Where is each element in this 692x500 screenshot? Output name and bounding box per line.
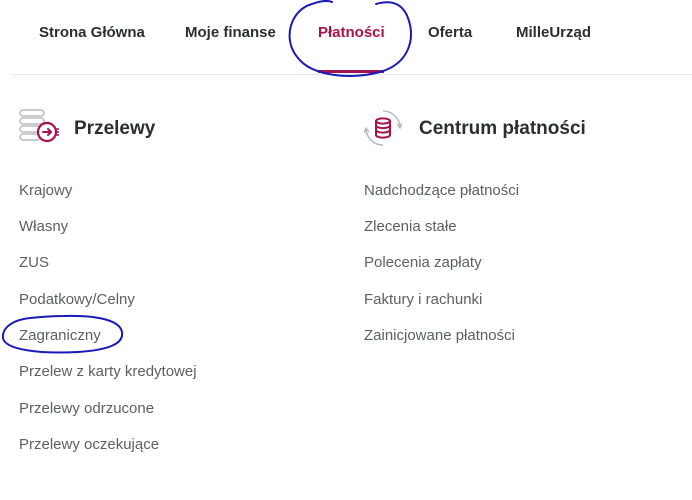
payment-center-icon	[364, 110, 402, 146]
link-zus[interactable]: ZUS	[19, 254, 49, 271]
active-tab-indicator	[318, 70, 384, 73]
link-polecenia-zaplaty[interactable]: Polecenia zapłaty	[364, 254, 482, 271]
link-faktury-i-rachunki[interactable]: Faktury i rachunki	[364, 291, 482, 308]
nav-item-oferta[interactable]: Oferta	[428, 24, 472, 41]
nav-item-strona-glowna[interactable]: Strona Główna	[39, 24, 145, 41]
transfer-icon	[19, 109, 59, 143]
link-podatkowy-celny[interactable]: Podatkowy/Celny	[19, 291, 135, 308]
link-zainicjowane-platnosci[interactable]: Zainicjowane płatności	[364, 327, 515, 344]
link-przelewy-odrzucone[interactable]: Przelewy odrzucone	[19, 400, 154, 417]
link-nadchodzace-platnosci[interactable]: Nadchodzące płatności	[364, 182, 519, 199]
nav-item-moje-finanse[interactable]: Moje finanse	[185, 24, 276, 41]
link-przelew-z-karty-kredytowej[interactable]: Przelew z karty kredytowej	[19, 363, 197, 380]
link-wlasny[interactable]: Własny	[19, 218, 68, 235]
link-zlecenia-stale[interactable]: Zlecenia stałe	[364, 218, 457, 235]
link-krajowy[interactable]: Krajowy	[19, 182, 72, 199]
przelewy-heading: Przelewy	[74, 118, 156, 139]
link-przelewy-oczekujace[interactable]: Przelewy oczekujące	[19, 436, 159, 453]
nav-divider	[12, 74, 692, 75]
link-zagraniczny[interactable]: Zagraniczny	[19, 327, 101, 344]
centrum-platnosci-heading: Centrum płatności	[419, 118, 586, 139]
main-navigation: Strona Główna Moje finanse Płatności Ofe…	[0, 0, 692, 75]
nav-item-milleurzad[interactable]: MilleUrząd	[516, 24, 591, 41]
nav-item-platnosci[interactable]: Płatności	[318, 24, 385, 41]
